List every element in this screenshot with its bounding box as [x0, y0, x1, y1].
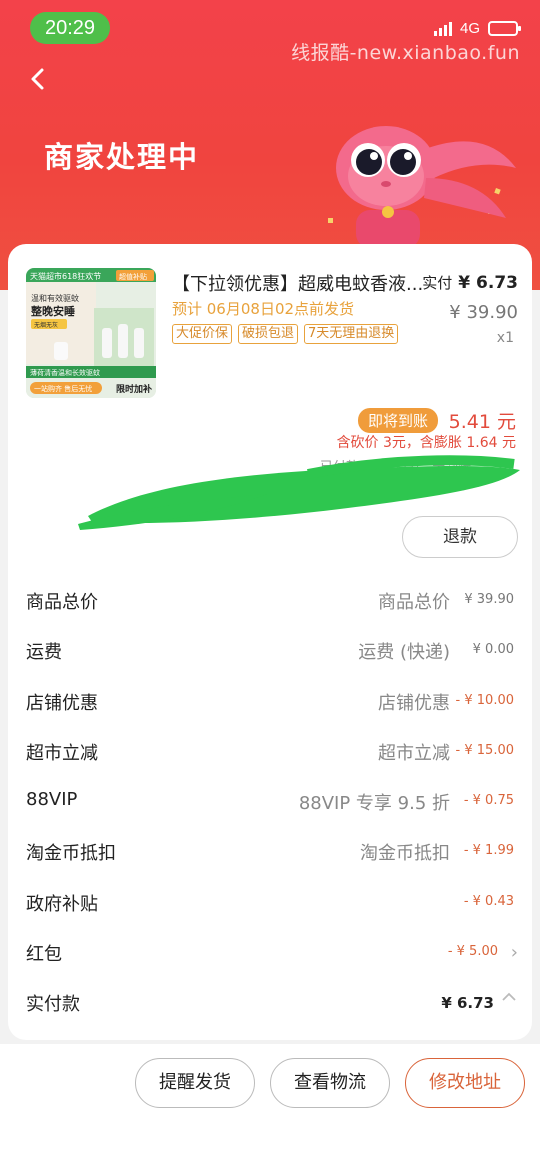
page-title: 商家处理中 [44, 140, 200, 174]
row-amount: ¥ 39.90 [464, 592, 514, 607]
order-card: 天猫超市618狂欢节 超值补贴 温和有效驱蚊 整晚安睡 无烟无灰 薄荷清香温和长… [8, 244, 532, 1040]
back-arrow-icon[interactable] [22, 62, 56, 96]
remind-shipping-button[interactable]: 提醒发货 [135, 1058, 255, 1108]
watermark: 线报酷-new.xianbao.fun [291, 42, 520, 64]
chevron-up-icon[interactable] [500, 988, 518, 1006]
paid-price: 实付 ¥ 6.73 [422, 272, 518, 293]
row-shipping: 运费 运费 (快递) ¥ 0.00 [8, 626, 532, 676]
row-label: 店铺优惠 [26, 692, 98, 714]
row-total-paid: 实付款 ¥ 6.73 [8, 978, 532, 1028]
img-top-banner: 天猫超市618狂欢节 [30, 271, 101, 281]
row-amount: - ¥ 15.00 [455, 742, 514, 758]
row-coins: 淘金币抵扣 淘金币抵扣 - ¥ 1.99 [8, 827, 532, 877]
network-label: 4G [459, 20, 480, 37]
row-detail: 淘金币抵扣 [360, 843, 450, 865]
row-88vip: 88VIP 88VIP 专享 9.5 折 - ¥ 0.75 [8, 777, 532, 827]
row-label: 政府补贴 [26, 893, 98, 915]
service-tags: 大促价保 破损包退 7天无理由退换 [172, 324, 399, 344]
img-badge: 超值补贴 [119, 272, 147, 281]
total-label: 实付款 [26, 994, 80, 1016]
bottom-action-bar: 提醒发货 查看物流 修改地址 [0, 1044, 540, 1168]
row-market-discount: 超市立减 超市立减 - ¥ 15.00 [8, 727, 532, 777]
row-label: 商品总价 [26, 592, 98, 613]
row-amount: - ¥ 0.43 [463, 893, 514, 909]
product-photo: 天猫超市618狂欢节 超值补贴 温和有效驱蚊 整晚安睡 无烟无灰 薄荷清香温和长… [26, 268, 156, 398]
total-amount: ¥ 6.73 [441, 994, 494, 1013]
battery-icon [488, 21, 521, 36]
row-amount: ¥ 0.00 [472, 642, 514, 658]
status-time: 20:29 [30, 12, 110, 44]
row-amount: - ¥ 10.00 [455, 692, 514, 708]
arrival-note: 含砍价 3元，含膨胀 1.64 元 [336, 435, 516, 451]
row-label: 88VIP [26, 789, 78, 811]
tag-7day-return: 7天无理由退换 [304, 324, 399, 344]
row-amount: - ¥ 5.00 [447, 944, 498, 960]
row-label: 淘金币抵扣 [26, 843, 116, 865]
chevron-right-icon[interactable]: › [511, 942, 518, 963]
change-address-button[interactable]: 修改地址 [405, 1058, 525, 1108]
signal-icon [433, 21, 452, 36]
row-shop-discount: 店铺优惠 店铺优惠 - ¥ 10.00 [8, 677, 532, 727]
img-line3: 无烟无灰 [34, 321, 58, 329]
paid-value: ¥ 6.73 [458, 273, 518, 293]
row-detail: 店铺优惠 [378, 692, 450, 714]
tag-price-protect: 大促价保 [172, 324, 233, 344]
row-detail: 88VIP 专享 9.5 折 [298, 793, 450, 815]
img-line4: 薄荷清香温和长效驱蚊 [30, 368, 100, 377]
row-label: 运费 [26, 642, 62, 664]
price-breakdown: 商品总价 商品总价 ¥ 39.90 运费 运费 (快递) ¥ 0.00 店铺优惠… [8, 576, 532, 1029]
row-gov-subsidy: 政府补贴 - ¥ 0.43 [8, 878, 532, 928]
row-amount: - ¥ 0.75 [463, 793, 514, 809]
img-line5: 一站购齐 售后无忧 [34, 384, 92, 393]
row-red-packet[interactable]: 红包 - ¥ 5.00 › [8, 928, 532, 978]
product-image[interactable]: 天猫超市618狂欢节 超值补贴 温和有效驱蚊 整晚安睡 无烟无灰 薄荷清香温和长… [26, 268, 156, 398]
img-corner: 限时加补 [116, 383, 152, 395]
row-total-price: 商品总价 商品总价 ¥ 39.90 [8, 576, 532, 626]
ship-estimate: 预计 06月08日02点前发货 [172, 300, 355, 318]
row-detail: 运费 (快递) [358, 642, 450, 664]
quantity: x1 [496, 330, 514, 346]
refund-button[interactable]: 退款 [402, 516, 518, 558]
original-price: ¥ 39.90 [449, 302, 518, 323]
row-label: 红包 [26, 944, 62, 966]
row-detail: 超市立减 [378, 742, 450, 764]
view-logistics-button[interactable]: 查看物流 [270, 1058, 390, 1108]
row-label: 超市立减 [26, 742, 98, 764]
mascot-illustration [328, 126, 516, 248]
arrival-amount: 5.41 元 [448, 411, 516, 433]
img-line1: 温和有效驱蚊 [31, 293, 79, 303]
paid-label: 实付 [422, 274, 453, 292]
row-detail: 商品总价 [378, 592, 450, 613]
arrival-badge: 即将到账 [358, 408, 439, 433]
img-line2: 整晚安睡 [30, 304, 75, 318]
tag-damage-return: 破损包退 [238, 324, 299, 344]
product-title[interactable]: 【下拉领优惠】超威电蚊香液... [172, 270, 432, 296]
status-indicators: 4G [433, 20, 521, 37]
row-amount: - ¥ 1.99 [463, 843, 514, 859]
